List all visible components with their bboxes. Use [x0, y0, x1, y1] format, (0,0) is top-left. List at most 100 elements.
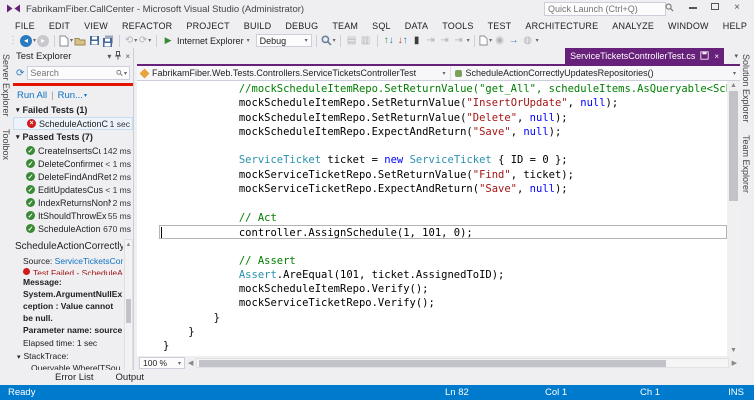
menu-item-architecture[interactable]: ARCHITECTURE — [518, 21, 605, 31]
code-line[interactable]: controller.AssignSchedule(1, 101, 0); — [159, 225, 727, 239]
save-button[interactable] — [87, 34, 101, 48]
solution-explorer-sync-button[interactable]: ▤ — [345, 34, 359, 48]
menu-item-file[interactable]: FILE — [8, 21, 42, 31]
start-debug-button[interactable]: ▶ — [161, 34, 175, 48]
menu-item-tools[interactable]: TOOLS — [435, 21, 480, 31]
undo-button[interactable]: ⟲▾ — [124, 34, 138, 48]
code-text-area[interactable]: //mockScheduleItemRepo.SetReturnValue("g… — [137, 81, 727, 356]
run-menu-link[interactable]: Run... — [58, 90, 83, 101]
code-line[interactable]: Assert.AreEqual(101, ticket.AssignedToID… — [137, 268, 727, 282]
preview-document-tab[interactable]: ServiceTicketsControllerTest.cs × — [565, 48, 724, 64]
test-search-box[interactable]: ▾ — [27, 66, 130, 80]
method-dropdown[interactable]: ScheduleActionCorrectlyUpdatesRepositori… — [451, 66, 740, 80]
code-line[interactable]: ServiceTicket ticket = new ServiceTicket… — [137, 153, 727, 167]
code-line[interactable]: } — [137, 325, 727, 339]
code-line[interactable]: mockServiceTicketRepo.ExpectAndReturn("S… — [137, 182, 727, 196]
quick-launch-box[interactable] — [544, 2, 666, 16]
horizontal-scrollbar[interactable] — [196, 358, 728, 368]
code-line[interactable]: //mockScheduleItemRepo.SetReturnValue("g… — [137, 82, 727, 96]
tab-team-explorer[interactable]: Team Explorer — [740, 129, 752, 199]
test-list-item[interactable]: ×ScheduleActionCorre...1 sec — [13, 117, 133, 130]
bottom-tab-output[interactable]: Output — [116, 372, 145, 383]
save-all-button[interactable] — [101, 34, 115, 48]
test-list-item[interactable]: ✓DeleteFindAndRetur...2 ms — [13, 170, 133, 183]
code-line[interactable]: // Act — [137, 211, 727, 225]
menu-item-team[interactable]: TEAM — [325, 21, 365, 31]
test-list-item[interactable]: ✓EditUpdatesCusto...< 1 ms — [13, 183, 133, 196]
toolbar-overflow-icon[interactable]: ▾ — [467, 37, 470, 44]
new-file-button[interactable]: ▾ — [59, 34, 73, 48]
code-line[interactable]: // Assert — [137, 254, 727, 268]
browser-target-label[interactable]: Internet Explorer — [177, 36, 244, 46]
code-line[interactable] — [137, 239, 727, 253]
navigate-forward-button[interactable]: ▸ — [36, 34, 50, 48]
navigate-backward-button[interactable]: ◂▾ — [20, 34, 36, 48]
comment-button[interactable]: ◉ — [493, 34, 507, 48]
scroll-left-icon[interactable]: ◀ — [185, 359, 196, 367]
feedback-button[interactable]: ◍ — [521, 34, 535, 48]
redo-button[interactable]: ⟳▾ — [138, 34, 152, 48]
test-list-item[interactable]: ✓ItShouldThrowExce...55 ms — [13, 209, 133, 222]
check-in-button[interactable]: ↑↓ — [382, 34, 396, 48]
menu-item-project[interactable]: PROJECT — [179, 21, 236, 31]
code-line[interactable] — [137, 196, 727, 210]
tab-toolbox[interactable]: Toolbox — [0, 123, 12, 166]
bottom-tab-error-list[interactable]: Error List — [55, 372, 94, 383]
menu-item-build[interactable]: BUILD — [237, 21, 279, 31]
quick-launch-input[interactable] — [548, 4, 665, 14]
horizontal-scrollbar-thumb[interactable] — [199, 360, 666, 367]
editor-zoom-combo[interactable]: 100 % ▾ — [139, 357, 185, 369]
window-position-icon[interactable]: ▾ — [107, 52, 111, 61]
menu-item-view[interactable]: VIEW — [77, 21, 115, 31]
test-list-item[interactable]: ✓ScheduleActionRet...670 ms — [13, 222, 133, 235]
tab-list-dropdown-icon[interactable]: ▾ — [734, 52, 738, 60]
forward-link-button[interactable]: → — [507, 34, 521, 48]
new-work-item-button[interactable]: ▾ — [479, 34, 493, 48]
stacktrace-group[interactable]: ▾StackTrace: — [15, 351, 123, 361]
refresh-status-button[interactable]: ↓↑ — [396, 34, 410, 48]
test-search-input[interactable] — [30, 68, 116, 78]
code-line[interactable]: mockServiceTicketRepo.Verify(); — [137, 296, 727, 310]
close-tab-icon[interactable]: × — [714, 52, 719, 61]
code-line[interactable]: mockScheduleItemRepo.SetReturnValue("Del… — [137, 111, 727, 125]
test-list-item[interactable]: ✓DeleteConfirmedD...< 1 ms — [13, 157, 133, 170]
code-line[interactable]: } — [137, 311, 727, 325]
step-over-button[interactable]: ⇥ — [438, 34, 452, 48]
vertical-scrollbar-thumb[interactable] — [729, 91, 738, 201]
detail-scrollbar[interactable]: ▲ ▼ — [124, 239, 133, 370]
menu-item-refactor[interactable]: REFACTOR — [115, 21, 179, 31]
close-button[interactable]: × — [728, 2, 746, 15]
code-line[interactable]: } — [137, 339, 727, 353]
menu-item-sql[interactable]: SQL — [365, 21, 398, 31]
run-all-link[interactable]: Run All — [17, 90, 47, 101]
tab-server-explorer[interactable]: Server Explorer — [0, 48, 12, 123]
code-line[interactable]: mockScheduleItemRepo.Verify(); — [137, 282, 727, 296]
code-line[interactable] — [137, 139, 727, 153]
solution-configuration-combo[interactable]: Debug ▾ — [256, 34, 312, 47]
test-list-item[interactable]: ✓IndexReturnsNonNul...2 ms — [13, 196, 133, 209]
toolbar-overflow2-icon[interactable]: ▾ — [536, 37, 539, 44]
open-file-button[interactable] — [73, 34, 87, 48]
menu-item-edit[interactable]: EDIT — [42, 21, 77, 31]
properties-window-button[interactable]: ▥ — [359, 34, 373, 48]
source-link[interactable]: ServiceTicketsControll — [55, 256, 123, 266]
menu-item-test[interactable]: TEST — [481, 21, 519, 31]
bookmark-button[interactable]: ▮ — [410, 34, 424, 48]
menu-item-debug[interactable]: DEBUG — [278, 21, 325, 31]
menu-item-analyze[interactable]: ANALYZE — [605, 21, 661, 31]
pin-icon[interactable] — [114, 51, 122, 62]
detail-scrollbar-thumb[interactable] — [126, 299, 131, 323]
find-in-files-button[interactable]: ▾ — [321, 34, 336, 48]
code-line[interactable]: mockServiceTicketRepo.SetReturnValue("Fi… — [137, 168, 727, 182]
menu-item-help[interactable]: HELP — [716, 21, 754, 31]
step-into-button[interactable]: ⇥ — [424, 34, 438, 48]
run-tests-after-build-icon[interactable]: ⟳ — [16, 68, 24, 79]
close-panel-icon[interactable]: × — [125, 52, 130, 61]
restore-button[interactable] — [706, 2, 724, 15]
menu-item-data[interactable]: DATA — [398, 21, 435, 31]
passed-tests-group[interactable]: ▾Passed Tests (7) — [13, 130, 133, 144]
browser-target-dropdown-icon[interactable]: ▾ — [247, 37, 250, 44]
tab-solution-explorer[interactable]: Solution Explorer — [740, 48, 752, 129]
failed-tests-group[interactable]: ▾Failed Tests (1) — [13, 103, 133, 117]
step-out-button[interactable]: ⇥ — [452, 34, 466, 48]
